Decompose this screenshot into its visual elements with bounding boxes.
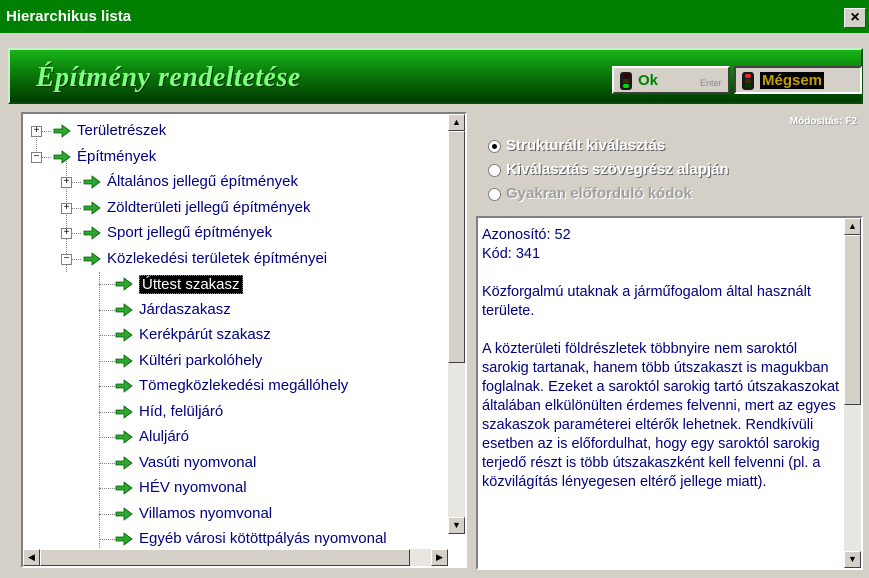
close-button[interactable]: × (844, 8, 866, 28)
tree-connector (99, 539, 115, 540)
window-title: Hierarchikus lista (6, 8, 132, 25)
tree-item-label: Tömegközlekedési megállóhely (139, 377, 349, 394)
tree-connector (99, 462, 115, 464)
tree-item-label: Járdaszakasz (139, 300, 231, 318)
arrow-right-icon (53, 149, 71, 164)
radio-dot-icon (488, 140, 501, 153)
hierarchy-tree[interactable]: + Területrészek − Építmények + Általános jell… (21, 112, 467, 568)
traffic-light-icon (742, 72, 754, 90)
tree-item-label: Közlekedési területek építményei (107, 249, 328, 267)
arrow-right-icon (53, 124, 71, 138)
tree-item-label: Villamos nyomvonal (139, 504, 273, 522)
tree-item-label: Aluljáró (139, 428, 190, 445)
scroll-thumb[interactable] (844, 235, 861, 405)
expand-icon[interactable]: + (61, 228, 72, 239)
tree-item-label: Általános jellegű építmények (107, 173, 298, 190)
tree-connector (99, 335, 115, 336)
tree-item-label: HÉV nyomvonal (139, 479, 247, 496)
arrow-right-icon (115, 506, 133, 521)
enter-hint: Enter (700, 78, 722, 88)
traffic-light-icon (620, 72, 632, 90)
expand-icon[interactable]: + (61, 202, 72, 214)
expand-icon[interactable]: + (61, 177, 72, 188)
scroll-left-icon[interactable]: ◀ (23, 549, 40, 566)
tree-item-label: Híd, felüljáró (139, 402, 224, 420)
tree-item-label: Kültéri parkolóhely (139, 351, 263, 369)
collapse-icon[interactable]: − (61, 253, 72, 265)
window-titlebar: Hierarchikus lista × (0, 0, 869, 33)
collapse-icon[interactable]: − (31, 151, 42, 163)
arrow-right-icon (115, 532, 133, 546)
hscroll-thumb[interactable] (40, 549, 410, 566)
tree-connector (99, 513, 115, 515)
expand-icon[interactable]: + (31, 126, 42, 137)
arrow-right-icon (83, 200, 101, 215)
ok-label: Ok (638, 72, 659, 89)
tree-connector (71, 233, 81, 234)
description-scrollbar[interactable]: ▲ ▼ (844, 218, 861, 568)
arrow-right-icon (83, 226, 101, 240)
selection-mode-group: Módosítás: F2 Strukturált kiválasztás Kiv… (476, 112, 863, 212)
tree-connector (71, 258, 81, 260)
tree-horizontal-scrollbar[interactable]: ◀ ▶ (23, 549, 448, 566)
tree-vertical-scrollbar[interactable]: ▲ ▼ (448, 114, 465, 534)
tree-connector (41, 156, 51, 158)
tree-item-label: Építmények (77, 147, 157, 165)
tree-item-label: Úttest szakasz (139, 275, 243, 294)
cancel-label: Mégsem (760, 72, 825, 89)
scroll-down-icon[interactable]: ▼ (448, 517, 465, 534)
arrow-right-icon (83, 251, 101, 266)
arrow-right-icon (115, 404, 133, 419)
tree-connector (99, 488, 115, 489)
tree-item-label: Sport jellegű építmények (107, 224, 273, 241)
radio-label: Strukturált kiválasztás (506, 137, 666, 154)
arrow-right-icon (115, 455, 133, 470)
arrow-right-icon (115, 302, 133, 317)
banner-title: Építmény rendeltetése (36, 62, 301, 93)
description-panel: Azonosító: 52 Kód: 341 Közforgalmú utakn… (476, 216, 863, 570)
tree-connector (99, 284, 115, 285)
tree-connector (99, 309, 115, 311)
tree-item-label: Kerékpárút szakasz (139, 326, 271, 343)
radio-dot-icon (488, 164, 501, 177)
cancel-button[interactable]: Mégsem (734, 66, 862, 94)
ok-button[interactable]: Ok Enter (612, 66, 730, 94)
scroll-right-icon[interactable]: ▶ (431, 549, 448, 566)
tree-item-label: Vasúti nyomvonal (139, 453, 257, 471)
description-text: Azonosító: 52 Kód: 341 Közforgalmú utakn… (482, 227, 840, 490)
tree-connector (99, 360, 115, 362)
radio-label: Kiválasztás szövegrész alapján (506, 161, 729, 178)
tree-item-label: Zöldterületi jellegű építmények (107, 198, 311, 216)
arrow-right-icon (115, 277, 133, 291)
tree-connector (41, 131, 51, 132)
arrow-right-icon (115, 430, 133, 444)
arrow-right-icon (115, 328, 133, 342)
tree-connector (99, 411, 115, 413)
hotkey-hint: Módosítás: F2 (789, 116, 857, 127)
tree-connector (99, 386, 115, 387)
tree-connector (71, 207, 81, 209)
radio-label: Gyakran előforduló kódok (506, 185, 692, 202)
scroll-down-icon[interactable]: ▼ (844, 551, 861, 568)
scroll-up-icon[interactable]: ▲ (448, 114, 465, 131)
tree-connector (71, 182, 81, 183)
arrow-right-icon (115, 481, 133, 495)
radio-dot-icon (488, 188, 501, 201)
tree-item-label: Területrészek (77, 122, 167, 139)
tree-item-label: Egyéb városi kötöttpályás nyomvonal (139, 530, 387, 547)
scroll-up-icon[interactable]: ▲ (844, 218, 861, 235)
tree-connector (99, 437, 115, 438)
arrow-right-icon (115, 379, 133, 393)
scroll-thumb[interactable] (448, 131, 465, 363)
arrow-right-icon (83, 175, 101, 189)
tree-connector (99, 272, 100, 554)
arrow-right-icon (115, 353, 133, 368)
